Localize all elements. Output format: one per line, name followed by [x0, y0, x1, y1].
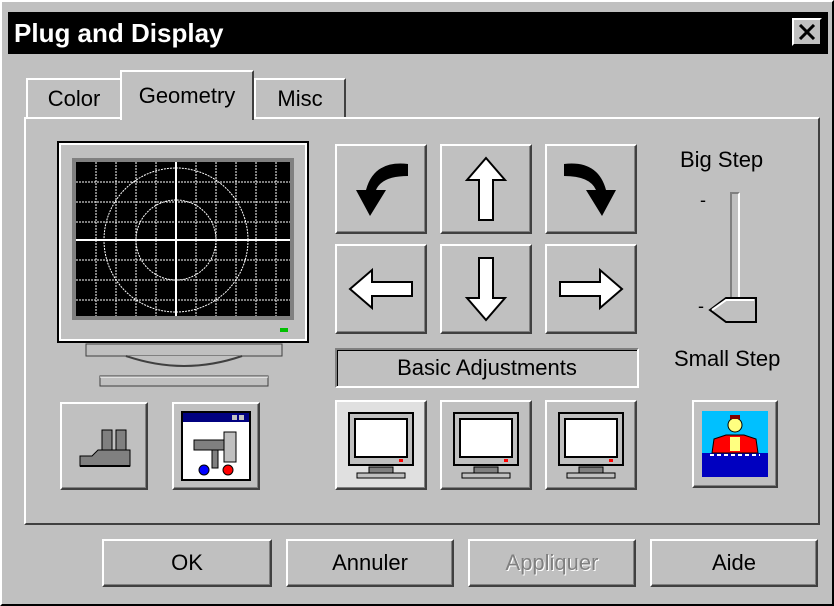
factory-icon [79, 429, 131, 467]
arrow-up-icon [464, 156, 508, 221]
tab-misc-label: Misc [277, 86, 323, 111]
window-title: Plug and Display [14, 18, 224, 48]
tab-geometry[interactable]: Geometry [120, 70, 254, 120]
tab-color-label: Color [47, 86, 101, 111]
cancel-label: Annuler [332, 550, 408, 575]
move-right-button[interactable] [545, 244, 637, 334]
close-icon [798, 24, 816, 40]
rotate-left-icon [356, 163, 408, 216]
preset-3-button[interactable] [545, 400, 637, 490]
arrow-right-icon [559, 267, 624, 311]
apply-button[interactable]: Appliquer [468, 539, 636, 587]
apply-label: Appliquer [505, 550, 599, 575]
preset-2-button[interactable] [440, 400, 532, 490]
monitor-icon [348, 412, 414, 479]
move-left-button[interactable] [335, 244, 427, 334]
tab-geometry-label: Geometry [138, 83, 236, 108]
close-button[interactable] [792, 18, 822, 46]
rotate-left-button[interactable] [335, 144, 427, 234]
character-button[interactable] [692, 400, 778, 488]
monitor-preview [57, 141, 309, 387]
mode-label: Basic Adjustments [397, 355, 577, 380]
dialog-window: Plug and Display Color Misc Geometry Bas… [0, 0, 834, 606]
toolbox-window-icon [181, 411, 251, 481]
cancel-button[interactable]: Annuler [286, 539, 454, 587]
rotate-right-button[interactable] [545, 144, 637, 234]
factory-reset-button[interactable] [60, 402, 148, 490]
slider-bottom-tick: - [698, 296, 704, 316]
arrow-down-icon [464, 257, 508, 322]
mode-label-box: Basic Adjustments [335, 348, 639, 388]
character-icon [702, 411, 768, 477]
tab-misc[interactable]: Misc [254, 78, 346, 118]
rotate-right-icon [564, 163, 616, 216]
help-button[interactable]: Aide [650, 539, 818, 587]
ok-label: OK [171, 550, 203, 575]
monitor-icon [558, 412, 624, 479]
monitor-icon [453, 412, 519, 479]
move-down-button[interactable] [440, 244, 532, 334]
title-bar[interactable]: Plug and Display [8, 12, 828, 54]
preset-1-button[interactable] [335, 400, 427, 490]
tab-color[interactable]: Color [26, 78, 122, 118]
ok-button[interactable]: OK [102, 539, 272, 587]
slider-top-tick: - [700, 190, 706, 210]
move-up-button[interactable] [440, 144, 532, 234]
arrow-left-icon [348, 267, 413, 311]
slider-top-label: Big Step [680, 147, 764, 172]
help-label: Aide [711, 550, 757, 575]
slider-thumb[interactable] [708, 296, 758, 324]
slider-bottom-label: Small Step [674, 346, 781, 371]
advanced-settings-button[interactable] [172, 402, 260, 490]
